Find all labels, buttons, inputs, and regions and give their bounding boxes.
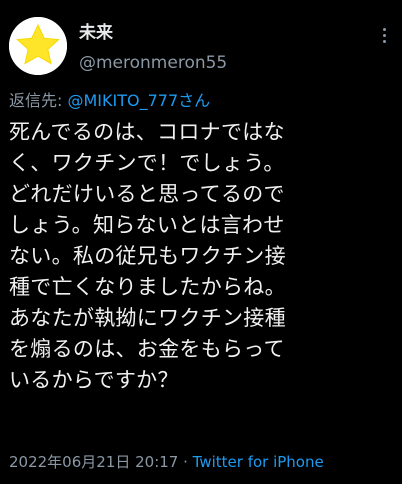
tweet-text-line: く、ワクチンで！でしょう。 (9, 151, 285, 175)
tweet-text-line: 種で亡くなりましたからね。 (9, 275, 286, 299)
tweet-text: 死んでるのは、コロナではな く、ワクチンで！でしょう。 どれだけいると思ってるの… (9, 117, 399, 396)
reply-mention-link[interactable]: @MIKITO_777さん (67, 91, 210, 110)
avatar[interactable] (9, 17, 67, 75)
tweet-timestamp[interactable]: 2022年06月21日 20:17 (9, 453, 178, 471)
tweet-text-line: あなたが執拗にワクチン接種 (9, 306, 286, 330)
tweet-source-link[interactable]: Twitter for iPhone (193, 453, 324, 471)
tweet-text-line: を煽るのは、お金をもらって (9, 337, 285, 361)
more-dots-icon[interactable] (380, 28, 388, 48)
user-handle[interactable]: @meronmeron55 (79, 53, 227, 73)
tweet-text-line: 死んでるのは、コロナではな (9, 120, 285, 144)
tweet: 未来 @meronmeron55 返信先: @MIKITO_777さん 死んでる… (0, 0, 402, 484)
reply-prefix: 返信先: (9, 91, 68, 110)
reply-to: 返信先: @MIKITO_777さん (9, 91, 210, 111)
meta-separator: · (178, 453, 193, 471)
tweet-text-line: いるからですか？ (9, 368, 179, 392)
tweet-text-line: ない。私の従兄もワクチン接 (9, 244, 286, 268)
tweet-text-line: しょう。知らないとは言わせ (9, 213, 285, 237)
yellow-star-icon (9, 17, 67, 75)
display-name[interactable]: 未来 (79, 23, 113, 43)
tweet-text-line: どれだけいると思ってるので (9, 182, 285, 206)
tweet-meta: 2022年06月21日 20:17 · Twitter for iPhone (9, 452, 324, 472)
